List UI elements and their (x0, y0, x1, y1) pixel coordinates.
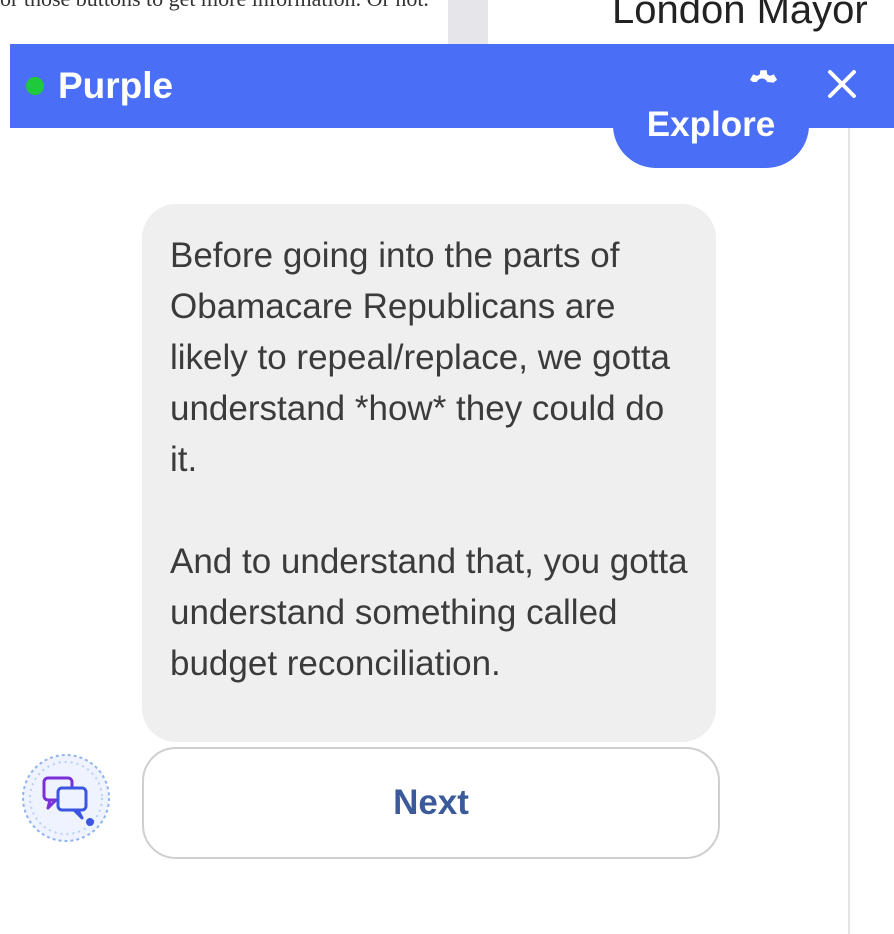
background-headline: London Mayor (612, 0, 868, 32)
bot-message-paragraph: And to understand that, you gotta unders… (170, 542, 688, 683)
online-status-icon (26, 77, 44, 95)
bot-message-paragraph: Before going into the parts of Obamacare… (170, 236, 670, 479)
bot-message-bubble: Before going into the parts of Obamacare… (142, 204, 716, 742)
next-button[interactable]: Next (142, 747, 720, 859)
background-page-text: or those buttons to get more information… (0, 0, 429, 12)
close-icon (828, 70, 856, 98)
chat-bubbles-icon (22, 754, 110, 842)
close-button[interactable] (820, 58, 864, 110)
scrollbar-track[interactable] (848, 128, 894, 934)
background-divider (448, 0, 488, 44)
chat-title: Purple (58, 65, 174, 106)
bot-avatar (20, 752, 112, 844)
user-message-bubble: Explore (613, 82, 809, 168)
